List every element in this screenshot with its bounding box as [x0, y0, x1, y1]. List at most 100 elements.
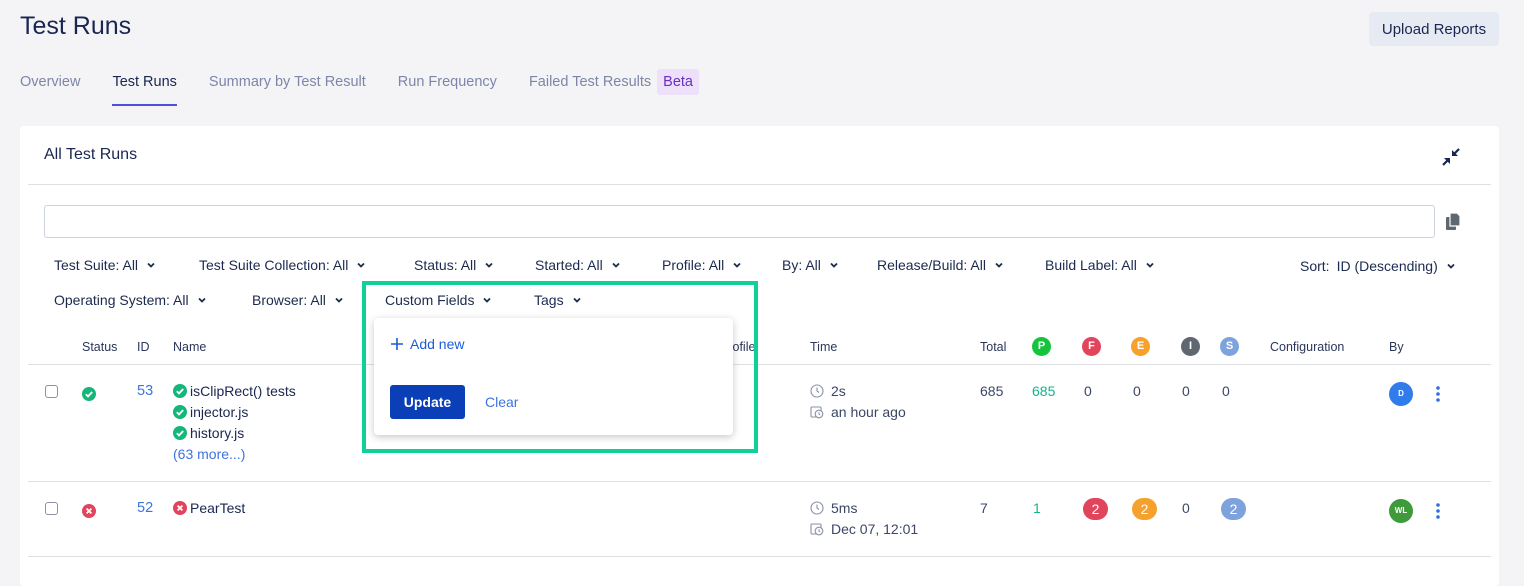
error-badge: E: [1131, 337, 1150, 356]
update-button[interactable]: Update: [390, 385, 465, 419]
started-value: Dec 07, 12:01: [831, 521, 919, 537]
tab-run-frequency[interactable]: Run Frequency: [398, 66, 497, 106]
chevron-down-icon: [485, 262, 493, 268]
test-suite-name-label: history.js: [190, 425, 245, 441]
run-id-link[interactable]: 52: [137, 500, 153, 516]
copy-icon[interactable]: [1445, 212, 1463, 232]
filter-build-label-label: Build Label: All: [1045, 257, 1137, 273]
duration: 5ms: [810, 500, 857, 516]
chevron-down-icon: [357, 262, 366, 268]
test-suite-name[interactable]: PearTest: [173, 500, 245, 516]
filter-profile-label: Profile: All: [662, 257, 725, 273]
passed-icon: [173, 426, 187, 440]
more-link[interactable]: (63 more...): [173, 446, 245, 462]
sort-dropdown[interactable]: Sort: ID (Descending): [1300, 258, 1456, 274]
filter-test-suite-label: Test Suite: All: [54, 257, 139, 273]
column-header-status[interactable]: Status: [82, 340, 117, 354]
more-options-icon[interactable]: [1433, 502, 1443, 520]
filter-test-suite-collection-label: Test Suite Collection: All: [199, 257, 349, 273]
chevron-down-icon: [197, 297, 206, 303]
column-header-name[interactable]: Name: [173, 340, 206, 354]
chevron-down-icon: [1447, 263, 1455, 269]
test-suite-name[interactable]: history.js: [173, 425, 244, 441]
tab-failed-test-results[interactable]: Failed Test Results Beta: [528, 66, 700, 106]
filter-browser-label: Browser: All: [252, 292, 326, 308]
test-suite-name[interactable]: injector.js: [173, 404, 248, 420]
error-count: 0: [1133, 383, 1141, 399]
clock-icon: [810, 384, 824, 398]
run-id-link[interactable]: 53: [137, 383, 153, 399]
status-passed-icon: [82, 387, 96, 401]
more-options-icon[interactable]: [1433, 385, 1443, 403]
filter-started[interactable]: Started: All: [535, 257, 621, 273]
total-count: 7: [980, 500, 988, 516]
filter-status[interactable]: Status: All: [414, 257, 494, 273]
tab-summary-by-test-result[interactable]: Summary by Test Result: [209, 66, 366, 106]
tab-test-runs[interactable]: Test Runs: [112, 66, 178, 106]
divider: [28, 364, 1491, 365]
column-header-by[interactable]: By: [1389, 340, 1404, 354]
tab-failed-test-results-label: Failed Test Results: [528, 74, 652, 90]
filter-tags-label: Tags: [534, 292, 564, 308]
column-header-total[interactable]: Total: [980, 340, 1006, 354]
chevron-down-icon: [830, 262, 838, 268]
add-new-custom-field-button[interactable]: Add new: [390, 336, 464, 352]
row-checkbox[interactable]: [45, 502, 58, 515]
test-suite-name[interactable]: isClipRect() tests: [173, 383, 296, 399]
passed-icon: [173, 384, 187, 398]
filter-started-label: Started: All: [535, 257, 603, 273]
column-header-id[interactable]: ID: [137, 340, 150, 354]
chevron-down-icon: [733, 262, 741, 268]
calendar-clock-icon: [810, 406, 824, 419]
failed-badge: F: [1082, 337, 1101, 356]
duration-value: 2s: [831, 383, 846, 399]
filter-release-build-label: Release/Build: All: [877, 257, 986, 273]
column-header-configuration[interactable]: Configuration: [1270, 340, 1344, 354]
skipped-count: 2: [1221, 498, 1246, 520]
filter-tags[interactable]: Tags: [534, 292, 582, 308]
avatar[interactable]: WL: [1389, 499, 1413, 523]
started-time: an hour ago: [810, 404, 906, 420]
divider: [28, 184, 1491, 185]
chevron-down-icon: [147, 262, 155, 268]
test-suite-name-label: PearTest: [190, 500, 246, 516]
search-input[interactable]: [44, 205, 1435, 238]
sort-label: Sort:: [1300, 258, 1330, 274]
filter-by[interactable]: By: All: [782, 257, 839, 273]
test-suite-name-label: injector.js: [190, 404, 249, 420]
filter-custom-fields-label: Custom Fields: [385, 292, 475, 308]
failed-icon: [173, 501, 187, 515]
chevron-down-icon: [612, 262, 620, 268]
filter-test-suite-collection[interactable]: Test Suite Collection: All: [199, 257, 366, 273]
passed-count: 685: [1032, 383, 1056, 399]
filter-profile[interactable]: Profile: All: [662, 257, 742, 273]
filter-release-build[interactable]: Release/Build: All: [877, 257, 1004, 273]
column-header-time[interactable]: Time: [810, 340, 837, 354]
duration-value: 5ms: [831, 500, 858, 516]
divider: [28, 556, 1491, 557]
test-suite-name-label: isClipRect() tests: [190, 383, 296, 399]
row-checkbox[interactable]: [45, 385, 58, 398]
avatar[interactable]: D: [1389, 382, 1413, 406]
upload-reports-button[interactable]: Upload Reports: [1369, 12, 1499, 46]
skipped-badge: S: [1220, 337, 1239, 356]
collapse-icon[interactable]: [1440, 146, 1462, 168]
incomplete-count: 0: [1182, 500, 1190, 516]
duration: 2s: [810, 383, 846, 399]
plus-icon: [391, 338, 403, 350]
filter-custom-fields[interactable]: Custom Fields: [385, 292, 492, 308]
chevron-down-icon: [483, 297, 492, 303]
clear-button[interactable]: Clear: [485, 394, 518, 410]
tab-overview[interactable]: Overview: [20, 66, 80, 106]
filter-browser[interactable]: Browser: All: [252, 292, 344, 308]
filter-build-label[interactable]: Build Label: All: [1045, 257, 1155, 273]
filter-test-suite[interactable]: Test Suite: All: [54, 257, 156, 273]
skipped-count: 0: [1222, 383, 1230, 399]
chevron-down-icon: [995, 262, 1003, 268]
failed-count: 2: [1083, 498, 1108, 520]
filter-status-label: Status: All: [414, 257, 477, 273]
test-runs-card: All Test Runs Test Suite: All Test Suite…: [20, 126, 1499, 586]
chevron-down-icon: [335, 297, 343, 303]
filter-operating-system[interactable]: Operating System: All: [54, 292, 207, 308]
status-failed-icon: [82, 504, 96, 518]
